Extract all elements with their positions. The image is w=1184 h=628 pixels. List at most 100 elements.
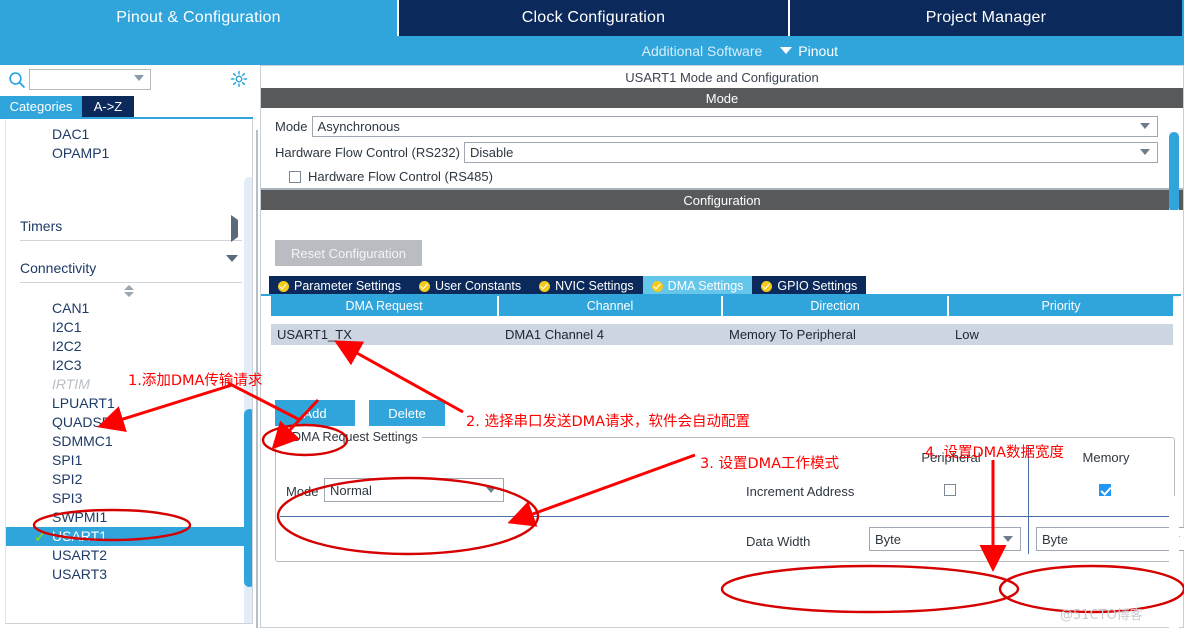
tab-clock-configuration-label: Clock Configuration [521, 9, 666, 26]
tab-dma-settings-label: DMA Settings [667, 279, 744, 293]
tab-project-manager-label: Project Manager [925, 9, 1047, 26]
tab-dma-settings[interactable]: DMA Settings [642, 276, 753, 296]
list-item[interactable]: DAC1 [6, 125, 252, 144]
mode-row: Mode Asynchronous [275, 116, 1158, 137]
check-circle-icon [539, 280, 551, 292]
hardware-flow-control-rs485-checkbox[interactable] [289, 170, 301, 183]
configuration-section-header-label: Configuration [683, 192, 761, 208]
sidebar-item-i2c1[interactable]: I2C1 [6, 318, 252, 337]
sidebar-item-i2c2[interactable]: I2C2 [6, 337, 252, 356]
data-width-memory-value: Byte [1042, 531, 1069, 547]
column-header-priority[interactable]: Priority [949, 296, 1173, 316]
mode-select[interactable]: Asynchronous [311, 116, 1158, 137]
tab-gpio-settings[interactable]: GPIO Settings [752, 276, 867, 296]
column-header-channel[interactable]: Channel [499, 296, 723, 316]
hardware-flow-control-rs232-row: Hardware Flow Control (RS232) Disable [275, 142, 1158, 163]
chevron-down-icon [1139, 149, 1150, 155]
tab-gpio-settings-label: GPIO Settings [777, 279, 858, 293]
search-input[interactable] [29, 69, 151, 90]
sidebar-item-usart2[interactable]: USART2 [6, 546, 252, 565]
sidebar-item-spi3[interactable]: SPI3 [6, 489, 252, 508]
check-circle-icon [761, 280, 773, 292]
sidebar-search-row [0, 65, 258, 95]
tab-pinout-configuration[interactable]: Pinout & Configuration [0, 0, 397, 36]
chevron-down-icon [780, 47, 793, 54]
secondary-tab-bar: Additional Software Pinout [0, 36, 1184, 65]
column-header-dma-request[interactable]: DMA Request [271, 296, 499, 316]
tab-parameter-settings-label: Parameter Settings [294, 279, 401, 293]
chevron-down-icon [1003, 536, 1013, 542]
mode-section-header-label: Mode [705, 90, 739, 106]
sidebar-item-quadspi[interactable]: QUADSPI [6, 413, 252, 432]
check-icon: ✓ [34, 529, 46, 545]
sidebar-group-connectivity[interactable]: Connectivity [20, 253, 242, 283]
data-width-label: Data Width [746, 534, 811, 549]
additional-software-link[interactable]: Additional Software [642, 43, 763, 59]
sidebar-item-can1[interactable]: CAN1 [6, 299, 252, 318]
dma-mode-select-value: Normal [330, 482, 372, 498]
pinout-menu[interactable]: Pinout [780, 43, 838, 59]
gear-icon[interactable] [230, 70, 248, 88]
list-item[interactable]: OPAMP1 [6, 144, 252, 163]
chevron-right-icon [231, 215, 238, 242]
table-row[interactable]: USART1_TX DMA1 Channel 4 Memory To Perip… [271, 324, 1173, 345]
sidebar-item-lpuart1[interactable]: LPUART1 [6, 394, 252, 413]
tab-project-manager[interactable]: Project Manager [790, 0, 1182, 36]
tab-a-to-z-label: A->Z [93, 99, 123, 114]
chevron-down-icon [134, 75, 144, 81]
mode-select-value: Asynchronous [317, 119, 400, 134]
tab-categories[interactable]: Categories [0, 96, 82, 117]
check-circle-icon [419, 280, 430, 292]
column-header-direction[interactable]: Direction [723, 296, 949, 316]
tab-a-to-z[interactable]: A->Z [82, 96, 134, 117]
delete-button[interactable]: Delete [369, 400, 445, 426]
sidebar-item-spi1[interactable]: SPI1 [6, 451, 252, 470]
tab-nvic-settings-label: NVIC Settings [555, 279, 634, 293]
hardware-flow-control-rs485-row[interactable]: Hardware Flow Control (RS485) [289, 169, 493, 184]
add-button-label: Add [303, 405, 327, 421]
annotation-2: 2. 选择串口发送DMA请求，软件会自动配置 [466, 414, 751, 430]
tab-clock-configuration[interactable]: Clock Configuration [397, 0, 790, 36]
tab-pinout-configuration-label: Pinout & Configuration [116, 9, 281, 26]
dma-pane-scrollbar-track[interactable] [1169, 496, 1179, 628]
sidebar-item-sdmmc1[interactable]: SDMMC1 [6, 432, 252, 451]
data-width-memory-select[interactable]: Byte [1036, 527, 1184, 551]
tab-parameter-settings[interactable]: Parameter Settings [269, 276, 410, 296]
main-tab-bar: Pinout & Configuration Clock Configurati… [0, 0, 1184, 36]
mode-section-header: Mode [261, 88, 1183, 108]
increment-address-peripheral-checkbox[interactable] [944, 484, 956, 496]
annotation-3: 3. 设置DMA工作模式 [700, 456, 840, 472]
reset-configuration-button[interactable]: Reset Configuration [275, 240, 422, 266]
dma-mode-label: Mode [286, 484, 319, 499]
sidebar-scrollbar-thumb[interactable] [244, 409, 252, 587]
tab-nvic-settings[interactable]: NVIC Settings [530, 276, 643, 296]
hardware-flow-control-rs232-select[interactable]: Disable [463, 142, 1158, 163]
cell-direction: Memory To Peripheral [729, 327, 856, 342]
tab-user-constants-label: User Constants [435, 279, 522, 293]
increment-address-memory-checkbox[interactable] [1099, 484, 1111, 496]
tab-categories-label: Categories [9, 99, 73, 114]
cubemx-window: Pinout & Configuration Clock Configurati… [0, 0, 1184, 628]
data-width-peripheral-select[interactable]: Byte [869, 527, 1021, 551]
tab-user-constants[interactable]: User Constants [410, 276, 531, 296]
sidebar-item-usart3[interactable]: USART3 [6, 565, 252, 584]
sidebar-group-connectivity-label: Connectivity [20, 259, 97, 276]
list-scroll-spinner[interactable] [6, 283, 252, 299]
row-divider [280, 516, 1174, 517]
dma-mode-select[interactable]: Normal [324, 478, 504, 502]
sidebar-group-timers-label: Timers [20, 217, 63, 234]
mode-scrollbar-thumb[interactable] [1169, 132, 1179, 212]
sidebar-item-usart1[interactable]: ✓ USART1 [6, 527, 252, 546]
sidebar-item-usart1-label: USART1 [52, 528, 107, 544]
page-title: USART1 Mode and Configuration [261, 66, 1183, 88]
check-circle-icon [651, 280, 663, 292]
chevron-down-icon [1139, 123, 1150, 129]
reset-configuration-label: Reset Configuration [291, 245, 406, 261]
sidebar-item-spi2[interactable]: SPI2 [6, 470, 252, 489]
add-button[interactable]: Add [275, 400, 355, 426]
peripheral-sidebar: Categories A->Z DAC1 OPAMP1 Timers Conne… [0, 65, 258, 628]
sidebar-group-timers[interactable]: Timers [20, 211, 242, 242]
pinout-menu-label: Pinout [798, 42, 838, 59]
sidebar-item-swpmi1[interactable]: SWPMI1 [6, 508, 252, 527]
cell-priority: Low [955, 327, 979, 342]
